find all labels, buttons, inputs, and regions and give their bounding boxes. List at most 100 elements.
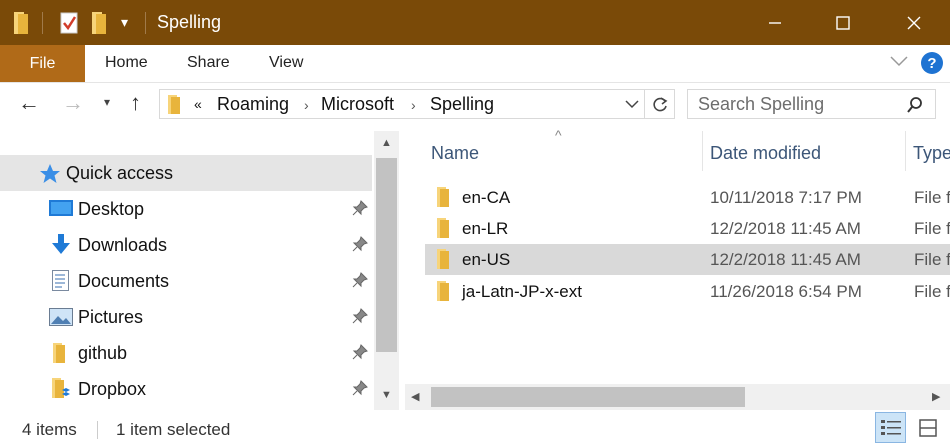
pin-icon[interactable]	[352, 236, 368, 252]
title-bar: ▾ Spelling	[0, 0, 950, 45]
sidebar-item-github[interactable]: github	[0, 335, 372, 371]
details-view-icon	[881, 420, 901, 435]
table-row[interactable]: en-LR 12/2/2018 11:45 AM File folder	[425, 213, 950, 244]
breadcrumb-microsoft[interactable]: Microsoft	[321, 94, 394, 115]
sort-ascending-icon: ^	[555, 127, 562, 143]
scroll-up-icon[interactable]: ▲	[381, 137, 392, 149]
pin-icon[interactable]	[352, 380, 368, 396]
sidebar-item-downloads[interactable]: Downloads	[0, 227, 372, 263]
tab-home[interactable]: Home	[105, 54, 148, 72]
folder-icon[interactable]	[14, 12, 30, 34]
pin-icon[interactable]	[352, 344, 368, 360]
large-icons-view-button[interactable]	[913, 412, 944, 443]
star-icon	[40, 164, 60, 183]
column-header-date[interactable]: Date modified	[710, 143, 821, 164]
sidebar-item-label: Desktop	[78, 199, 145, 219]
sidebar-item-desktop[interactable]: Desktop	[0, 191, 372, 227]
breadcrumb-chevron-icon[interactable]: ›	[411, 97, 416, 113]
folder-icon	[437, 249, 449, 269]
help-icon[interactable]: ?	[921, 52, 943, 74]
navigation-pane: Quick access Desktop Downloads Documents…	[0, 131, 400, 410]
close-icon	[907, 16, 921, 29]
maximize-button[interactable]	[820, 0, 866, 45]
maximize-icon	[836, 15, 850, 30]
customize-toolbar-chevron-icon[interactable]: ▾	[121, 14, 128, 31]
column-divider[interactable]	[905, 131, 906, 171]
nav-scrollbar[interactable]: ▲ ▼	[374, 131, 399, 410]
up-button[interactable]: ↑	[130, 90, 141, 116]
address-dropdown-icon[interactable]	[625, 99, 639, 109]
folder-icon	[437, 218, 449, 238]
sidebar-item-quick-access[interactable]: Quick access	[0, 155, 372, 191]
scroll-right-icon[interactable]: ▶	[932, 390, 940, 403]
large-icons-view-icon	[919, 419, 937, 437]
file-name: en-US	[462, 250, 511, 269]
minimize-icon	[769, 21, 781, 24]
table-row[interactable]: en-CA 10/11/2018 7:17 PM File folder	[425, 182, 950, 213]
tab-view[interactable]: View	[269, 54, 303, 72]
search-box[interactable]: Search Spelling	[687, 89, 936, 119]
recent-locations-chevron-icon[interactable]: ▾	[104, 95, 110, 109]
table-row[interactable]: ja-Latn-JP-x-ext 11/26/2018 6:54 PM File…	[425, 276, 950, 307]
folder-icon	[53, 343, 65, 363]
pin-icon[interactable]	[352, 272, 368, 288]
breadcrumb-chevron-icon[interactable]: ›	[304, 97, 309, 113]
pin-icon[interactable]	[352, 200, 368, 216]
table-row-selected[interactable]: en-US 12/2/2018 11:45 AM File folder	[425, 244, 950, 275]
forward-button[interactable]: →	[62, 90, 84, 116]
file-list-hscrollbar[interactable]: ◀ ▶	[405, 384, 950, 410]
file-date: 12/2/2018 11:45 AM	[710, 219, 861, 238]
sidebar-item-dropbox[interactable]: Dropbox	[0, 371, 372, 407]
file-type: File folder	[914, 188, 950, 207]
refresh-icon	[653, 97, 668, 112]
dropbox-icon	[52, 378, 70, 398]
folder-icon	[168, 95, 180, 114]
hscroll-thumb[interactable]	[431, 387, 745, 407]
file-type: File folder	[914, 250, 950, 269]
sidebar-item-label: Pictures	[78, 307, 144, 327]
column-header-type[interactable]: Type	[913, 143, 950, 164]
column-header-name[interactable]: Name	[431, 143, 479, 164]
file-name: en-CA	[462, 188, 511, 207]
details-view-button[interactable]	[875, 412, 906, 443]
item-count: 4 items	[22, 420, 77, 439]
search-input[interactable]: Search Spelling	[698, 94, 824, 115]
back-button[interactable]: ←	[18, 90, 40, 116]
folder-icon	[437, 187, 449, 207]
tab-share[interactable]: Share	[187, 54, 230, 72]
window-title: Spelling	[157, 12, 222, 32]
scroll-down-icon[interactable]: ▼	[381, 389, 392, 401]
ribbon-tabs: File Home Share View ?	[0, 45, 950, 83]
expand-ribbon-icon[interactable]	[890, 55, 908, 67]
breadcrumb-overflow[interactable]: «	[194, 96, 202, 112]
document-icon	[52, 270, 69, 291]
breadcrumb-spelling[interactable]: Spelling	[430, 94, 494, 115]
selection-count: 1 item selected	[116, 420, 231, 439]
sidebar-item-label: Quick access	[66, 163, 174, 183]
file-date: 10/11/2018 7:17 PM	[710, 188, 862, 207]
column-divider[interactable]	[702, 131, 703, 171]
tab-file[interactable]: File	[0, 45, 85, 82]
file-name: en-LR	[462, 219, 509, 238]
file-name: ja-Latn-JP-x-ext	[462, 282, 582, 301]
file-type: File folder	[914, 219, 950, 238]
new-folder-icon[interactable]	[92, 12, 108, 34]
pin-icon[interactable]	[352, 308, 368, 324]
file-date: 12/2/2018 11:45 AM	[710, 250, 861, 269]
close-button[interactable]	[891, 0, 937, 45]
folder-icon	[437, 281, 449, 301]
scroll-left-icon[interactable]: ◀	[411, 390, 419, 403]
minimize-button[interactable]	[752, 0, 798, 45]
sidebar-item-label: Dropbox	[78, 379, 147, 399]
nav-scroll-thumb[interactable]	[376, 158, 397, 352]
address-bar[interactable]: « Roaming › Microsoft › Spelling	[159, 89, 645, 119]
download-icon	[52, 234, 70, 254]
sidebar-item-pictures[interactable]: Pictures	[0, 299, 372, 335]
sidebar-item-documents[interactable]: Documents	[0, 263, 372, 299]
properties-icon[interactable]	[60, 12, 78, 34]
sidebar-item-label: Documents	[78, 271, 170, 291]
breadcrumb-roaming[interactable]: Roaming	[217, 94, 289, 115]
status-bar: 4 items 1 item selected	[0, 412, 950, 446]
refresh-button[interactable]	[645, 89, 675, 119]
search-icon[interactable]	[906, 96, 924, 114]
